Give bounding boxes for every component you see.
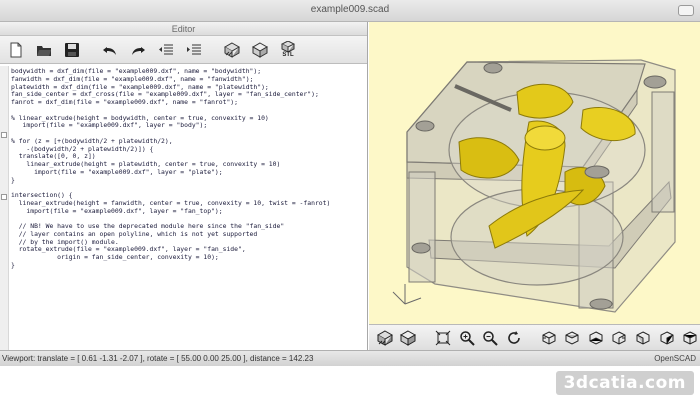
code-line: } (11, 175, 15, 184)
3d-viewport[interactable] (369, 22, 700, 324)
code-line: origin = fan_side_center, convexity = 10… (11, 253, 219, 261)
view-diagonal-icon[interactable] (680, 328, 700, 348)
open-file-icon[interactable] (32, 39, 56, 61)
fold-marker[interactable] (1, 132, 7, 138)
code-line: } (11, 260, 15, 269)
view-bottom-icon[interactable] (586, 328, 606, 348)
editor-pane: Editor STL bodywidth = dxf_dim(file = "e… (0, 22, 368, 350)
export-stl-icon (281, 40, 295, 52)
indent-icon[interactable] (182, 39, 206, 61)
viewport-toolbar (369, 324, 700, 350)
status-bar: Viewport: translate = [ 0.61 -1.31 -2.07… (0, 350, 700, 366)
preview-icon[interactable] (220, 39, 244, 61)
editor-toolbar: STL (0, 36, 367, 64)
window-title: example009.scad (310, 4, 390, 15)
redo-icon[interactable] (126, 39, 150, 61)
zoom-out-icon[interactable] (481, 328, 501, 348)
watermark-logo: 3dcatia.com (555, 371, 694, 395)
view-right-icon[interactable] (539, 328, 559, 348)
render-view-icon[interactable] (375, 328, 395, 348)
code-lines: bodywidth = dxf_dim(file = "example009.d… (11, 67, 330, 270)
window-titlebar: example009.scad (0, 0, 700, 22)
preview-view-icon[interactable] (399, 328, 419, 348)
code-line: import(file = "example009.dxf", layer = … (11, 167, 223, 176)
fold-marker[interactable] (1, 194, 7, 200)
code-line: import(file = "example009.dxf", layer = … (11, 121, 208, 130)
code-line: import(file = "example009.dxf", layer = … (11, 206, 223, 215)
reset-view-icon[interactable] (504, 328, 524, 348)
window-zoom-button[interactable] (678, 5, 694, 16)
view-top-icon[interactable] (562, 328, 582, 348)
axis-gizmo (392, 284, 422, 305)
view-back-icon[interactable] (657, 328, 677, 348)
zoom-in-icon[interactable] (457, 328, 477, 348)
3d-model-render (392, 59, 676, 313)
code-line: fanrot = dxf_dim(file = "example009.dxf"… (11, 98, 239, 106)
export-stl-button[interactable]: STL (276, 39, 300, 61)
app-name: OpenSCAD (654, 354, 696, 363)
view-left-icon[interactable] (610, 328, 630, 348)
unindent-icon[interactable] (154, 39, 178, 61)
code-gutter (0, 66, 9, 350)
render-icon[interactable] (248, 39, 272, 61)
viewport-status-text: Viewport: translate = [ 0.61 -1.31 -2.07… (2, 354, 314, 363)
editor-header: Editor (0, 22, 367, 36)
view-front-icon[interactable] (633, 328, 653, 348)
new-file-icon[interactable] (4, 39, 28, 61)
stl-label: STL (282, 51, 294, 58)
code-editor[interactable]: bodywidth = dxf_dim(file = "example009.d… (0, 66, 368, 350)
save-icon[interactable] (60, 39, 84, 61)
undo-icon[interactable] (98, 39, 122, 61)
view-all-icon[interactable] (433, 328, 453, 348)
